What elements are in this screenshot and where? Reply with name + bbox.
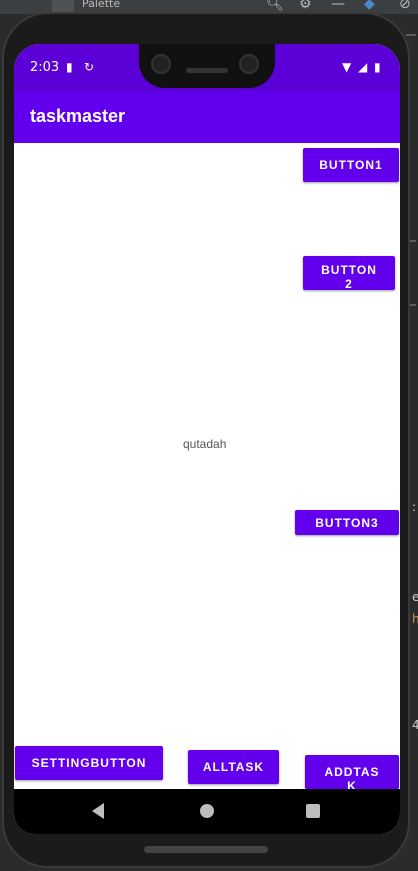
device-chin-bar (144, 846, 268, 853)
navigation-bar (14, 789, 400, 834)
device-screen: 2:03 ▮ ↻ ▼ ◢ ▮ taskmaster BUTTON1 BUTTON… (14, 44, 400, 834)
sync-icon: ↻ (84, 60, 95, 74)
button2[interactable]: BUTTON 2 (303, 256, 395, 290)
ide-side-char: 4 (412, 718, 418, 732)
app-bar: taskmaster (14, 92, 400, 143)
button1[interactable]: BUTTON1 (303, 148, 399, 182)
signal-icon: ◢ (358, 60, 368, 74)
earpiece-speaker (186, 68, 228, 73)
layers-icon[interactable]: ◆ (364, 0, 375, 12)
ide-palette-label[interactable]: Palette (82, 0, 120, 10)
button1-label: BUTTON1 (319, 158, 383, 172)
app-title: taskmaster (30, 106, 126, 126)
status-time: 2:03 (30, 60, 60, 75)
camera-notch (139, 44, 275, 88)
button3-label: BUTTON3 (315, 516, 379, 530)
gear-icon[interactable]: ⚙ (299, 0, 312, 12)
search-icon[interactable]: 🔍︎ (266, 0, 284, 12)
recents-icon[interactable] (306, 804, 320, 818)
phone-frame: 2:03 ▮ ↻ ▼ ◢ ▮ taskmaster BUTTON1 BUTTON… (2, 12, 410, 868)
addtask-button-label: ADDTAS (324, 765, 380, 779)
alltask-button-label: ALLTASK (202, 760, 265, 774)
front-camera-icon (239, 54, 259, 74)
back-icon[interactable] (92, 803, 104, 819)
addtask-button[interactable]: ADDTAS K (305, 755, 399, 789)
button2-label-cont: 2 (345, 277, 353, 290)
alltask-button[interactable]: ALLTASK (188, 750, 279, 784)
ide-side-char: h (412, 612, 418, 626)
setting-button[interactable]: SETTINGBUTTON (15, 746, 163, 780)
visibility-off-icon[interactable]: ⊘ (399, 0, 411, 12)
ide-marker (406, 34, 416, 36)
setting-button-label: SETTINGBUTTON (31, 756, 147, 770)
main-content: BUTTON1 BUTTON 2 qutadah BUTTON3 SETTING… (14, 143, 400, 789)
ide-side-char: e (412, 590, 418, 604)
center-text: qutadah (183, 437, 227, 451)
minimize-icon[interactable]: — (331, 0, 345, 12)
button2-label: BUTTON (321, 263, 377, 277)
home-icon[interactable] (200, 804, 214, 818)
ide-side-char: : (412, 500, 417, 514)
sd-card-icon: ▮ (66, 60, 73, 74)
button3[interactable]: BUTTON3 (295, 510, 399, 535)
front-camera-icon (151, 54, 171, 74)
addtask-button-label-cont: K (347, 779, 357, 789)
wifi-icon: ▼ (342, 60, 352, 74)
battery-icon: ▮ (374, 60, 381, 74)
